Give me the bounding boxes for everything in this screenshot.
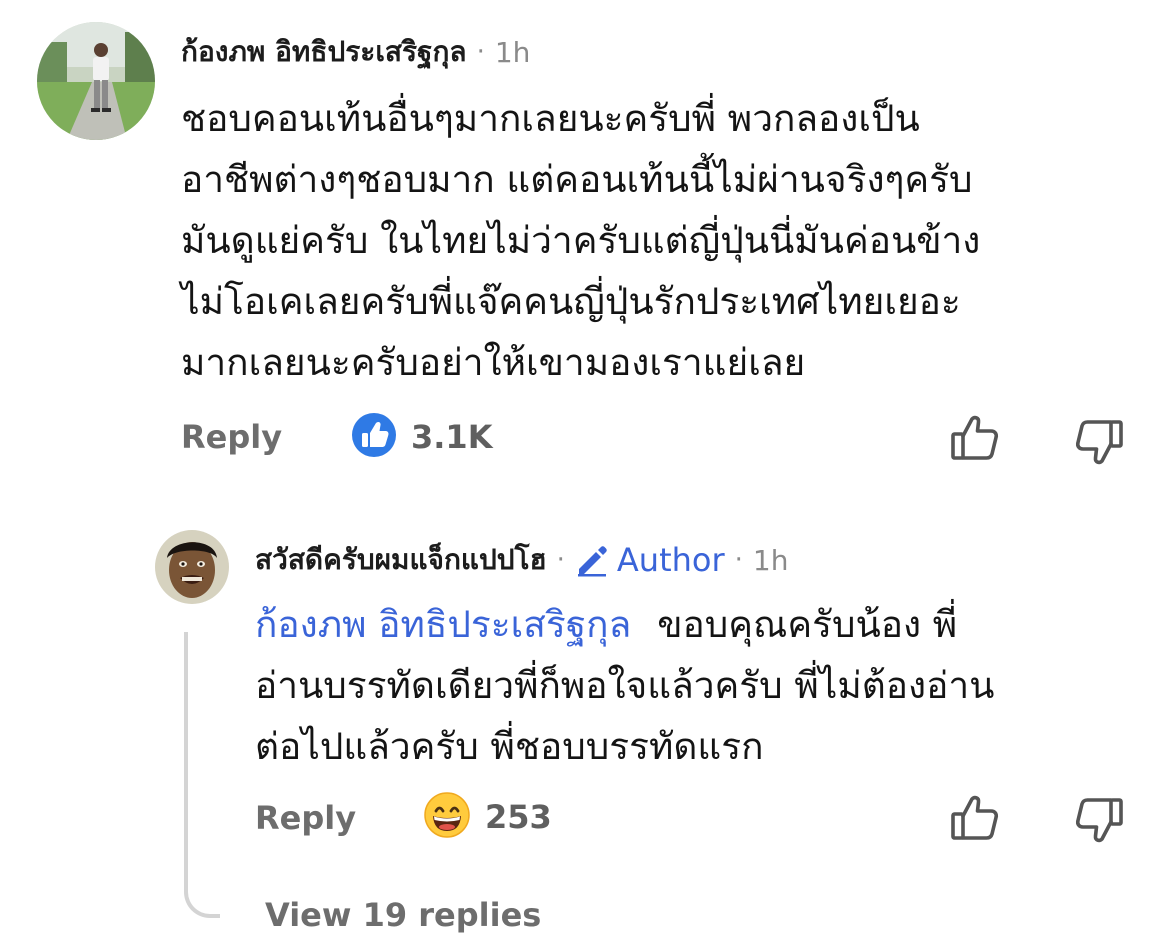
reply-reaction-count: 253 bbox=[485, 798, 552, 836]
comment-header: ก้องภพ อิทธิประเสริฐกุล · 1h bbox=[181, 30, 530, 74]
comment-line: มันดูแย่ครับ ในไทยไม่ว่าครับแต่ญี่ปุ่นนี… bbox=[181, 219, 981, 262]
reply-author-name[interactable]: สวัสดีครับผมแจ็กแปปโฮ bbox=[255, 538, 547, 582]
comment-thumbs-down-icon[interactable] bbox=[1074, 418, 1124, 470]
comment-timestamp: 1h bbox=[494, 35, 531, 69]
reply-body: ก้องภพ อิทธิประเสริฐกุล ขอบคุณครับน้อง พี… bbox=[255, 594, 994, 777]
comment-author-name[interactable]: ก้องภพ อิทธิประเสริฐกุล bbox=[181, 30, 467, 74]
separator-dot: · bbox=[556, 545, 565, 575]
like-icon bbox=[351, 412, 397, 462]
separator-dot: · bbox=[476, 37, 485, 67]
comment-thumbs-up-icon[interactable] bbox=[950, 414, 1000, 466]
separator-dot: · bbox=[734, 545, 743, 575]
reply-line: ก้องภพ อิทธิประเสริฐกุล ขอบคุณครับน้อง พี… bbox=[255, 594, 994, 655]
comment-reaction-count: 3.1K bbox=[411, 418, 493, 456]
comment-line: มากเลยนะครับอย่าให้เขามองเราแย่เลย bbox=[181, 341, 806, 384]
comment-line: ชอบคอนเท้นอื่นๆมากเลยนะครับพี่ พวกลองเป็… bbox=[181, 97, 920, 140]
reply-line-text: ขอบคุณครับน้อง พี่ bbox=[657, 603, 958, 646]
comment-reaction-summary[interactable]: 3.1K bbox=[351, 412, 493, 462]
commenter-avatar[interactable] bbox=[37, 22, 155, 140]
reply-reaction-summary[interactable]: 253 bbox=[423, 791, 552, 843]
reply-timestamp: 1h bbox=[752, 543, 789, 577]
comment-reply-button[interactable]: Reply bbox=[181, 416, 282, 458]
author-badge-label: Author bbox=[616, 541, 725, 579]
reply-line: ต่อไปแล้วครับ พี่ชอบบรรทัดแรก bbox=[255, 725, 764, 768]
author-avatar[interactable] bbox=[155, 530, 229, 604]
reply-thumbs-up-icon[interactable] bbox=[950, 794, 1000, 846]
comment-line: ไม่โอเคเลยครับพี่แจ๊คคนญี่ปุ่นรักประเทศไ… bbox=[181, 280, 961, 323]
mention-link[interactable]: ก้องภพ อิทธิประเสริฐกุล bbox=[255, 603, 631, 646]
commenter-photo bbox=[37, 22, 155, 140]
pencil-icon bbox=[577, 546, 607, 577]
view-replies-link[interactable]: View 19 replies bbox=[265, 894, 541, 936]
author-badge: Author bbox=[575, 541, 725, 579]
reply-line: อ่านบรรทัดเดียวพี่ก็พอใจแล้วครับ พี่ไม่ต… bbox=[255, 664, 995, 707]
thread-connector-line bbox=[184, 632, 220, 918]
grinning-emoji-icon bbox=[423, 791, 471, 843]
reply-thumbs-down-icon[interactable] bbox=[1074, 796, 1124, 848]
reply-header: สวัสดีครับผมแจ็กแปปโฮ · Author · 1h bbox=[255, 537, 788, 583]
reply-reply-button[interactable]: Reply bbox=[255, 797, 356, 839]
comment-line: อาชีพต่างๆชอบมาก แต่คอนเท้นนี้ไม่ผ่านจริ… bbox=[181, 158, 973, 201]
comment-body: ชอบคอนเท้นอื่นๆมากเลยนะครับพี่ พวกลองเป็… bbox=[181, 88, 980, 393]
author-face-photo bbox=[155, 530, 229, 604]
